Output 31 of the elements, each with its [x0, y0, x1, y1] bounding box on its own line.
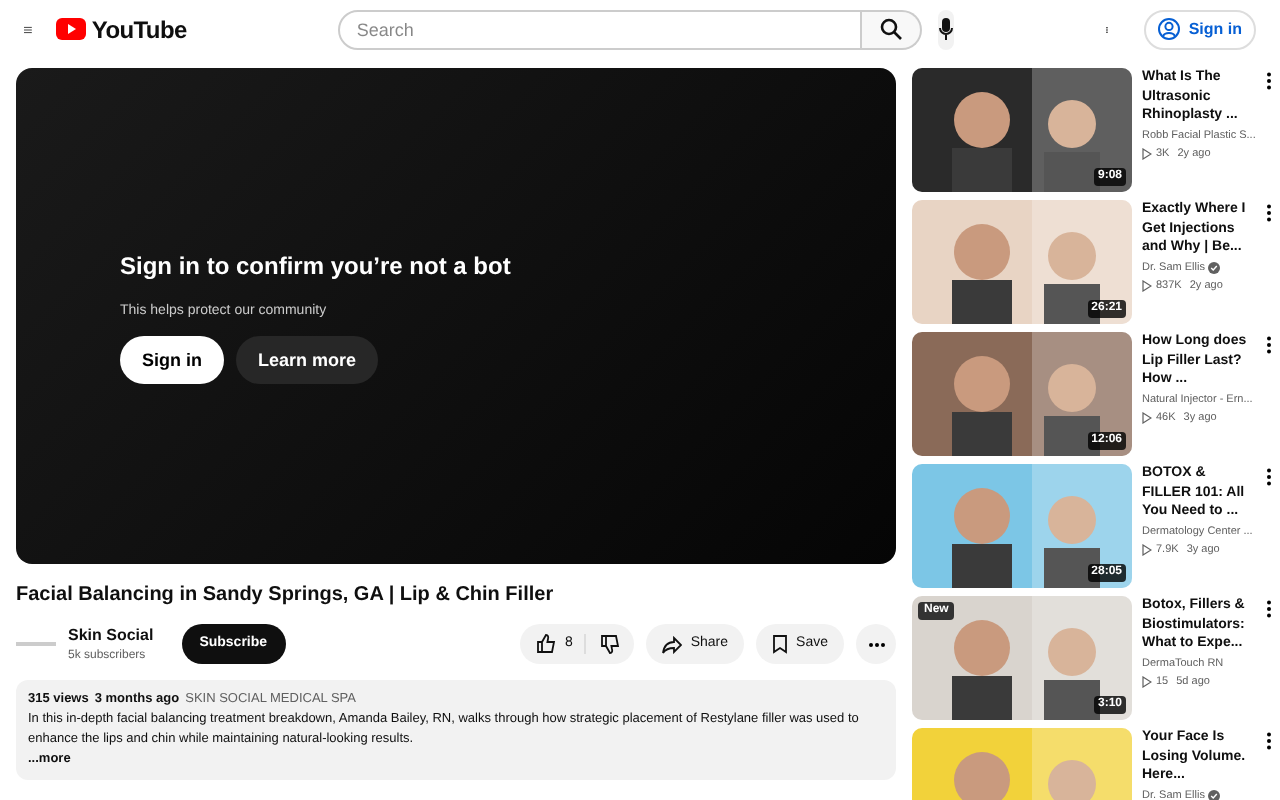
learn-more-button[interactable]: Learn more: [236, 336, 379, 385]
more-options-icon[interactable]: [1266, 204, 1272, 222]
microphone-icon: [938, 18, 955, 40]
play-logo-icon: [55, 18, 86, 40]
sign-in-button[interactable]: Sign in: [1144, 9, 1256, 49]
bookmark-icon: [772, 634, 789, 654]
account-icon: [1158, 18, 1181, 40]
sign-in-button[interactable]: Sign in: [120, 336, 224, 385]
more-options-icon[interactable]: [1266, 732, 1272, 750]
thumbs-down-icon: [600, 634, 621, 654]
channel-name[interactable]: Skin Social: [68, 623, 154, 647]
play-icon: [1142, 147, 1152, 160]
more-options-icon[interactable]: [1266, 336, 1272, 354]
play-icon: [1142, 543, 1152, 556]
logo-text[interactable]: YouTube: [91, 11, 187, 47]
play-icon: [1142, 411, 1152, 424]
more-options-icon[interactable]: [1266, 468, 1272, 486]
play-icon: [1142, 675, 1152, 688]
sign-in-heading: Sign in to confirm you’re not a bot: [120, 249, 513, 284]
more-options-icon[interactable]: [1266, 72, 1272, 90]
video-title: Facial Balancing in Sandy Springs, GA | Lip & Chin Filler: [16, 582, 556, 610]
more-actions-button[interactable]: [856, 624, 896, 664]
more-options-icon[interactable]: [1266, 600, 1272, 618]
search-icon: [880, 18, 903, 40]
play-icon: [1142, 279, 1152, 292]
more-icon: [867, 641, 885, 647]
thumbs-up-icon: [536, 634, 557, 654]
share-arrow-icon: [662, 635, 683, 653]
search-field[interactable]: Search: [338, 9, 863, 49]
search-button[interactable]: [862, 9, 923, 49]
microphone-button[interactable]: [938, 9, 955, 49]
